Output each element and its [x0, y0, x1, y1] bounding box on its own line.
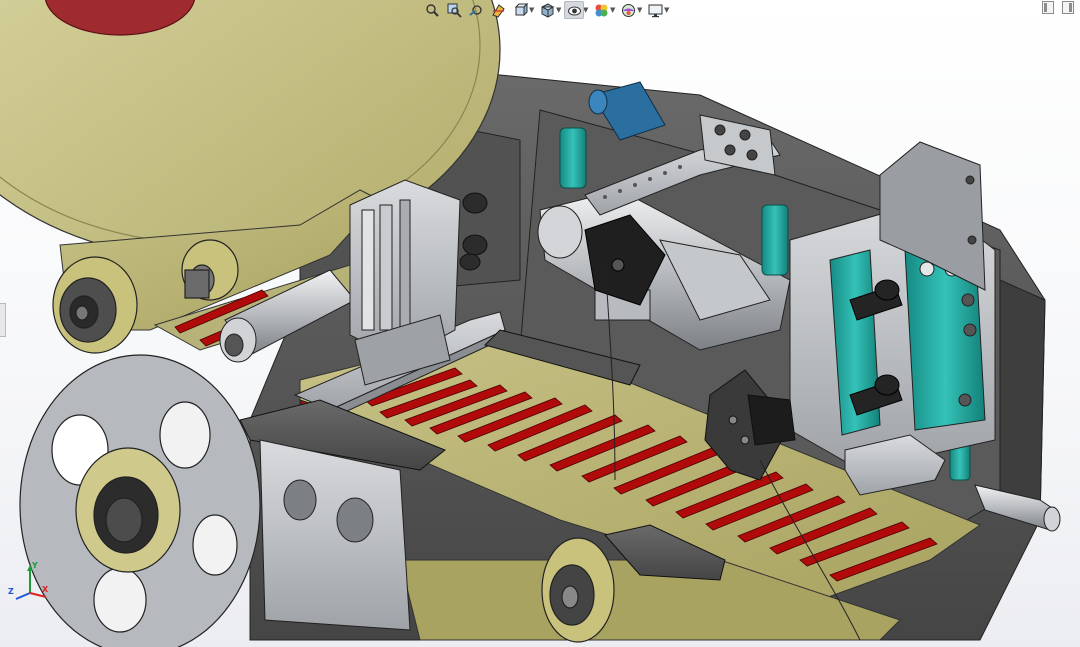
heads-up-view-toolbar: ▼ ▼ ▼ ▼ ▼ ▼	[422, 0, 670, 20]
vertical-slide-left	[349, 179, 461, 386]
previous-view-icon[interactable]	[466, 1, 486, 19]
view-orientation-icon[interactable]	[510, 1, 530, 19]
triad-x-label: X	[42, 585, 49, 594]
graphics-viewport[interactable]	[0, 0, 1080, 647]
zoom-to-fit-icon[interactable]	[422, 1, 442, 19]
section-view-icon[interactable]	[488, 1, 508, 19]
guide-roller-left	[52, 256, 138, 354]
feature-manager-collapse-tab[interactable]	[0, 303, 6, 337]
restore-right-icon[interactable]	[1062, 1, 1074, 14]
guide-roller-middle	[181, 239, 239, 301]
apply-scene-icon[interactable]	[618, 1, 638, 19]
triad-z-label: Z	[8, 587, 14, 596]
rewind-disc	[19, 354, 261, 647]
lower-roller	[541, 537, 615, 643]
reference-triad: Y X Z	[6, 559, 50, 603]
viewport-window-controls	[1042, 1, 1074, 14]
zoom-to-area-icon[interactable]	[444, 1, 464, 19]
display-style-icon[interactable]	[537, 1, 557, 19]
triad-y-label: Y	[32, 561, 38, 570]
view-settings-icon[interactable]	[645, 1, 665, 19]
edit-appearance-icon[interactable]	[591, 1, 611, 19]
restore-left-icon[interactable]	[1042, 1, 1054, 14]
hide-show-items-icon[interactable]	[564, 1, 584, 19]
lower-mount-block	[259, 439, 411, 631]
